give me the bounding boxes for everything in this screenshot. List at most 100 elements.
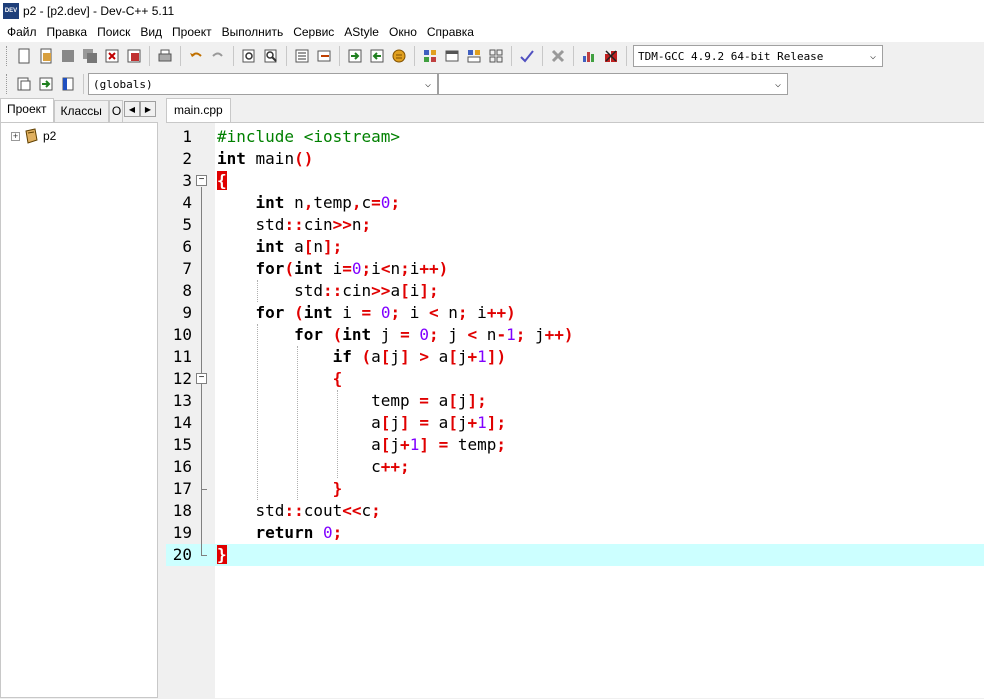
- close-file-icon[interactable]: [101, 45, 123, 67]
- expand-icon[interactable]: +: [11, 131, 20, 141]
- chevron-down-icon[interactable]: ⌵: [864, 46, 882, 66]
- code-text: for(int i=0;i<n;i++): [255, 259, 449, 278]
- goto-declaration-icon[interactable]: [35, 73, 57, 95]
- toolbar-grip[interactable]: [6, 74, 9, 94]
- menu-execute[interactable]: Выполнить: [217, 22, 289, 42]
- toolbar-grip[interactable]: [6, 46, 9, 66]
- chevron-down-icon[interactable]: ⌵: [419, 74, 437, 94]
- menu-project[interactable]: Проект: [167, 22, 217, 42]
- code-text: std::cin>>n;: [217, 215, 372, 234]
- new-file-icon[interactable]: [13, 45, 35, 67]
- compiler-select[interactable]: TDM-GCC 4.9.2 64-bit Release ⌵: [633, 45, 883, 67]
- insert-icon[interactable]: [366, 45, 388, 67]
- window-title: p2 - [p2.dev] - Dev-C++ 5.11: [23, 4, 175, 18]
- tab-project[interactable]: Проект: [0, 98, 54, 122]
- bookmark-icon[interactable]: [388, 45, 410, 67]
- code-line[interactable]: 9 for (int i = 0; i < n; i++): [166, 302, 984, 324]
- rebuild-icon[interactable]: [485, 45, 507, 67]
- code-line[interactable]: 18 std::cout<<c;: [166, 500, 984, 522]
- code-editor[interactable]: 1 #include <iostream> 2 int main() 3{4 int n…: [166, 122, 984, 699]
- line-number: 10: [172, 325, 192, 344]
- code-line[interactable]: 16 c++;: [166, 456, 984, 478]
- compile-run-icon[interactable]: [463, 45, 485, 67]
- line-number: 18: [172, 501, 192, 520]
- code-line[interactable]: 19 return 0;: [166, 522, 984, 544]
- toolbar-separator: [233, 46, 234, 66]
- dev-cpp-app-icon[interactable]: DEV: [3, 3, 19, 19]
- menu-window[interactable]: Окно: [384, 22, 422, 42]
- code-line[interactable]: 14 a[j] = a[j+1];: [166, 412, 984, 434]
- line-number: 8: [182, 281, 192, 300]
- tab-classes[interactable]: Классы: [53, 100, 109, 122]
- code-line[interactable]: 11 if (a[j] > a[j+1]): [166, 346, 984, 368]
- menu-view[interactable]: Вид: [135, 22, 167, 42]
- toggle-panel-icon[interactable]: [57, 73, 79, 95]
- code-line[interactable]: 1 #include <iostream>: [166, 126, 984, 148]
- menu-edit[interactable]: Правка: [42, 22, 93, 42]
- toolbar-separator: [83, 74, 84, 94]
- menu-astyle[interactable]: AStyle: [339, 22, 384, 42]
- tab-main-cpp[interactable]: main.cpp: [166, 98, 231, 122]
- toolbar-separator: [573, 46, 574, 66]
- code-line[interactable]: 6 int a[n];: [166, 236, 984, 258]
- code-line[interactable]: 2 int main(): [166, 148, 984, 170]
- code-line[interactable]: 8 std::cin>>a[i];: [166, 280, 984, 302]
- run-icon[interactable]: [441, 45, 463, 67]
- check-icon[interactable]: [516, 45, 538, 67]
- toolbar-separator: [542, 46, 543, 66]
- chart-icon[interactable]: [578, 45, 600, 67]
- line-number: 6: [182, 237, 192, 256]
- indent-icon[interactable]: [291, 45, 313, 67]
- save-all-icon[interactable]: [79, 45, 101, 67]
- goto-icon[interactable]: [344, 45, 366, 67]
- scope-select-value: (globals): [93, 77, 153, 91]
- code-line[interactable]: 20}: [166, 544, 984, 566]
- scope-select[interactable]: (globals) ⌵: [88, 73, 438, 95]
- line-number: 17: [172, 479, 192, 498]
- editor-tabs: main.cpp: [166, 98, 984, 122]
- code-line[interactable]: 5 std::cin>>n;: [166, 214, 984, 236]
- line-number: 15: [172, 435, 192, 454]
- tree-item-label: p2: [43, 129, 57, 143]
- unindent-icon[interactable]: [313, 45, 335, 67]
- code-line[interactable]: 10 for (int j = 0; j < n-1; j++): [166, 324, 984, 346]
- print-icon[interactable]: [154, 45, 176, 67]
- code-line[interactable]: 13 temp = a[j];: [166, 390, 984, 412]
- code-text: int main(): [217, 149, 314, 168]
- code-line[interactable]: 12 {: [166, 368, 984, 390]
- scroll-left-icon[interactable]: ◀: [124, 101, 140, 117]
- code-line[interactable]: 15 a[j+1] = temp;: [166, 434, 984, 456]
- member-select[interactable]: ⌵: [438, 73, 788, 95]
- tab-debug[interactable]: О: [108, 100, 123, 122]
- fold-toggle-icon[interactable]: −: [196, 373, 207, 384]
- stop-icon[interactable]: [547, 45, 569, 67]
- code-line[interactable]: 3{: [166, 170, 984, 192]
- code-line[interactable]: 7 for(int i=0;i<n;i++): [166, 258, 984, 280]
- profile-icon[interactable]: [600, 45, 622, 67]
- open-file-icon[interactable]: [35, 45, 57, 67]
- code-line[interactable]: 17 }: [166, 478, 984, 500]
- fold-toggle-icon[interactable]: −: [196, 175, 207, 186]
- menu-tools[interactable]: Сервис: [288, 22, 339, 42]
- menu-search[interactable]: Поиск: [92, 22, 135, 42]
- menu-file[interactable]: Файл: [2, 22, 42, 42]
- code-line[interactable]: 4 int n,temp,c=0;: [166, 192, 984, 214]
- indent-guide: [257, 324, 258, 500]
- replace-icon[interactable]: [260, 45, 282, 67]
- undo-icon[interactable]: [185, 45, 207, 67]
- redo-icon[interactable]: [207, 45, 229, 67]
- insert-code-icon[interactable]: [13, 73, 35, 95]
- chevron-down-icon[interactable]: ⌵: [769, 74, 787, 94]
- class-toolbar: (globals) ⌵ ⌵: [0, 70, 984, 98]
- save-icon[interactable]: [57, 45, 79, 67]
- find-icon[interactable]: [238, 45, 260, 67]
- tree-item-project[interactable]: + p2: [11, 127, 157, 145]
- project-panel-tabs: Проект Классы О ◀ ▶: [0, 98, 160, 122]
- code-text: std::cout<<c;: [217, 501, 381, 520]
- line-number: 1: [182, 127, 192, 146]
- close-all-icon[interactable]: [123, 45, 145, 67]
- scroll-right-icon[interactable]: ▶: [140, 101, 156, 117]
- menu-help[interactable]: Справка: [422, 22, 479, 42]
- compile-icon[interactable]: [419, 45, 441, 67]
- toolbar-separator: [511, 46, 512, 66]
